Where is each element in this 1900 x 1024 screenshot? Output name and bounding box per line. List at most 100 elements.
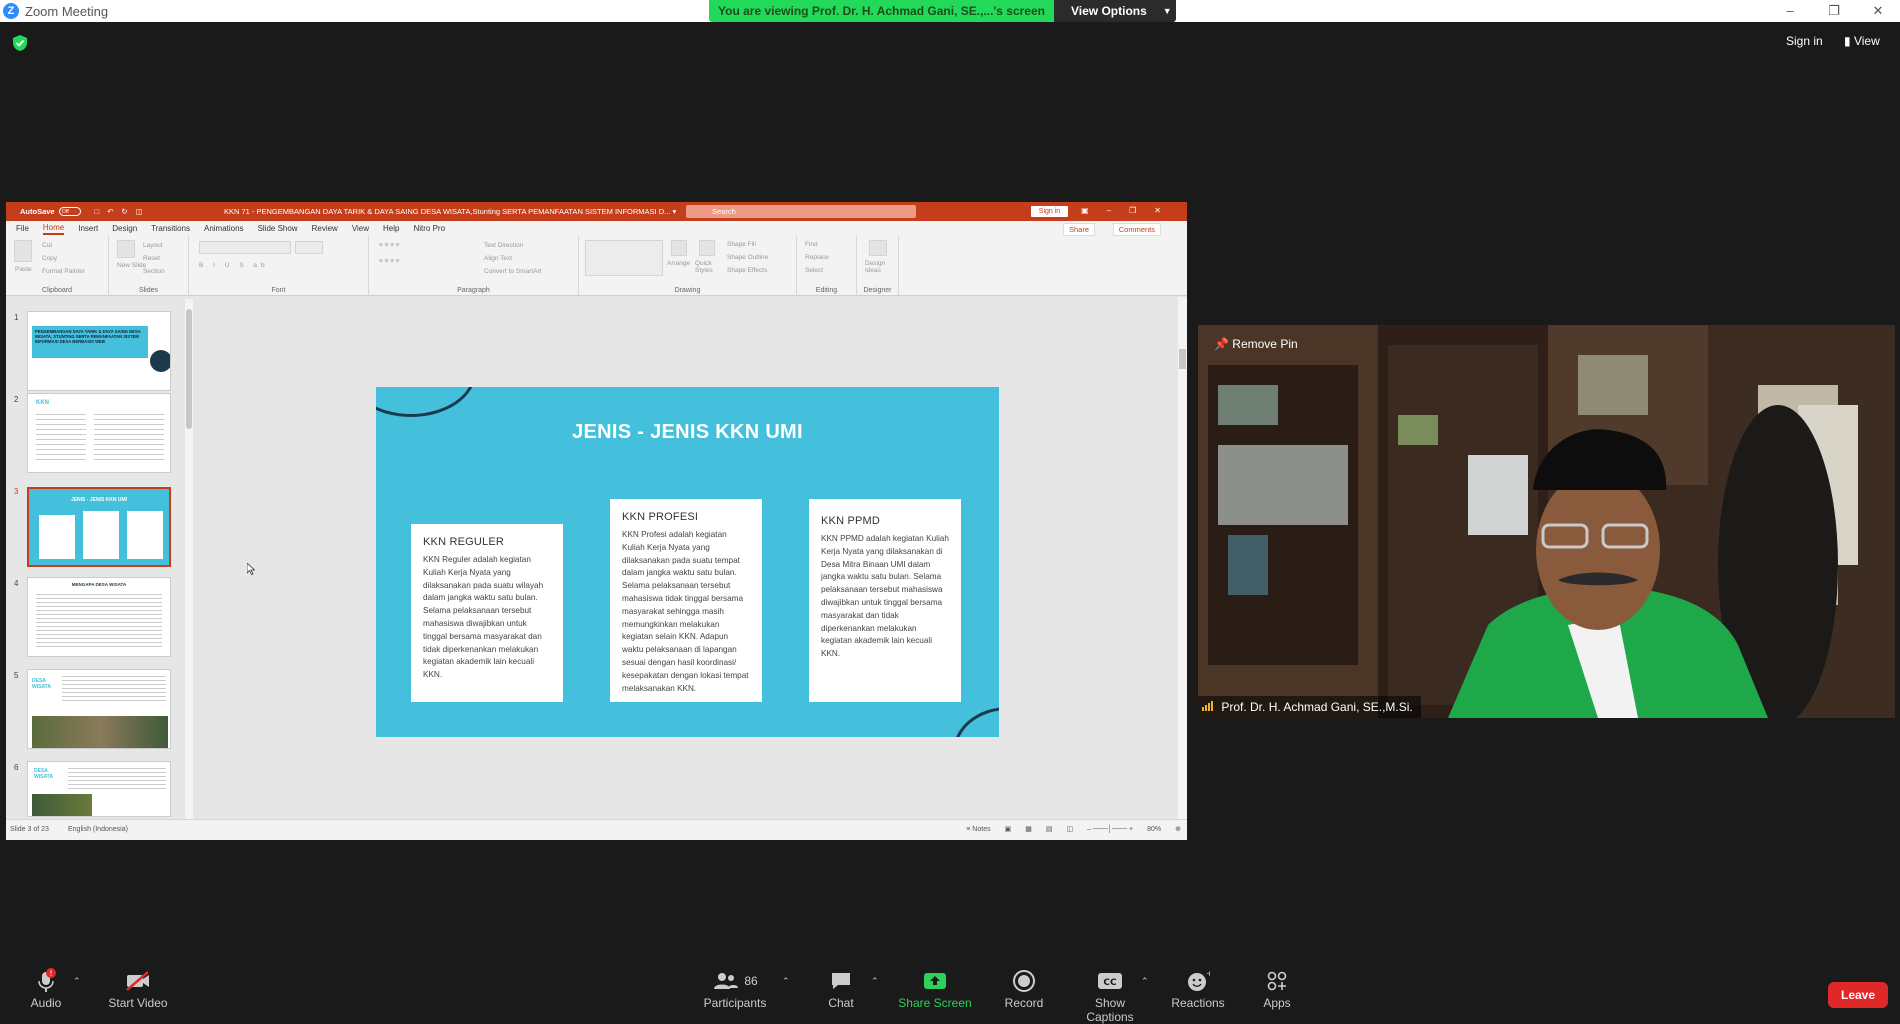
align-text-button[interactable]: Align Text bbox=[484, 255, 512, 262]
view-button[interactable]: ▮ View bbox=[1844, 34, 1880, 48]
reactions-button[interactable]: + Reactions bbox=[1170, 968, 1226, 1010]
text-direction-button[interactable]: Text Direction bbox=[484, 242, 523, 249]
ppt-share-button[interactable]: Share bbox=[1062, 223, 1095, 236]
language-indicator[interactable]: English (Indonesia) bbox=[68, 826, 128, 833]
menu-file[interactable]: File bbox=[16, 224, 29, 233]
replace-button[interactable]: Replace bbox=[805, 254, 829, 261]
shield-check-icon[interactable] bbox=[12, 34, 28, 52]
thumbnail-scrollbar[interactable] bbox=[185, 299, 193, 819]
thumbnail-scroll-knob[interactable] bbox=[186, 309, 192, 429]
show-captions-button[interactable]: CC Show Captions bbox=[1070, 968, 1150, 1024]
thumb-number: 1 bbox=[14, 313, 19, 322]
menu-insert[interactable]: Insert bbox=[78, 224, 98, 233]
record-button[interactable]: Record bbox=[1003, 968, 1045, 1010]
slide-thumbnail-2[interactable]: KKN bbox=[27, 393, 171, 473]
undo-icon[interactable]: ↶ bbox=[107, 207, 113, 216]
thumb-number: 4 bbox=[14, 579, 19, 588]
chat-button[interactable]: Chat bbox=[818, 968, 864, 1010]
slideshow-view-icon[interactable]: ◫ bbox=[1066, 825, 1073, 833]
thumb-5-title: DESA WISATA bbox=[32, 678, 51, 690]
menu-animations[interactable]: Animations bbox=[204, 224, 244, 233]
reset-button[interactable]: Reset bbox=[143, 255, 160, 262]
zoom-slider[interactable]: – ───│─── + bbox=[1087, 826, 1133, 833]
reactions-label: Reactions bbox=[1171, 996, 1225, 1010]
minimize-icon[interactable]: – bbox=[1768, 0, 1812, 22]
ppt-titlebar: AutoSave Off □ ↶ ↻ ◫ KKN 71 - PENGEMBANG… bbox=[6, 202, 1187, 221]
menu-transitions[interactable]: Transitions bbox=[151, 224, 190, 233]
view-options-button[interactable]: View Options ▼ bbox=[1054, 0, 1176, 22]
redo-icon[interactable]: ↻ bbox=[121, 207, 127, 216]
apps-button[interactable]: Apps bbox=[1260, 968, 1294, 1010]
zoom-level[interactable]: 80% bbox=[1147, 826, 1161, 833]
slide-thumbnail-1[interactable]: PENGEMBANGAN DAYA TARIK & DAYA SAING DES… bbox=[27, 311, 171, 391]
slide-scrollbar[interactable] bbox=[1178, 297, 1187, 819]
section-button[interactable]: Section bbox=[143, 268, 165, 275]
captions-caret-icon[interactable]: ⌃ bbox=[1141, 976, 1149, 987]
slide-thumbnail-4[interactable]: MENGAPA DESA WISATA bbox=[27, 577, 171, 657]
audio-options-caret-icon[interactable]: ⌃ bbox=[73, 976, 81, 987]
quick-styles-icon[interactable] bbox=[699, 240, 715, 256]
shape-fill-button[interactable]: Shape Fill bbox=[727, 241, 756, 248]
find-button[interactable]: Find bbox=[805, 241, 818, 248]
notes-button[interactable]: ≡ Notes bbox=[966, 826, 990, 833]
fit-slide-icon[interactable]: ⊕ bbox=[1175, 825, 1181, 833]
close-icon[interactable]: ✕ bbox=[1856, 0, 1900, 22]
menu-review[interactable]: Review bbox=[312, 224, 338, 233]
bullets-icon[interactable]: ≡ ≡ ≡ ≡ bbox=[379, 242, 400, 249]
menu-nitro-pro[interactable]: Nitro Pro bbox=[413, 224, 445, 233]
ppt-sign-in-button[interactable]: Sign in bbox=[1031, 206, 1068, 217]
card-body: KKN PPMD adalah kegiatan Kuliah Kerja Ny… bbox=[821, 534, 949, 659]
arrange-icon[interactable] bbox=[671, 240, 687, 256]
align-icon[interactable]: ≡ ≡ ≡ ≡ bbox=[379, 258, 400, 265]
slide-thumbnail-3[interactable]: JENIS - JENIS KKN UMI bbox=[27, 487, 171, 567]
font-family-select[interactable] bbox=[199, 241, 291, 254]
leave-button[interactable]: Leave bbox=[1828, 982, 1888, 1008]
menu-home[interactable]: Home bbox=[42, 223, 65, 235]
design-ideas-icon[interactable] bbox=[869, 240, 887, 256]
font-size-select[interactable] bbox=[295, 241, 323, 254]
reading-view-icon[interactable]: ▤ bbox=[1046, 825, 1053, 833]
menu-slide-show[interactable]: Slide Show bbox=[258, 224, 298, 233]
card-kkn-reguler: KKN REGULER KKN Reguler adalah kegiatan … bbox=[411, 524, 563, 702]
slide-thumbnail-6[interactable]: DESA WISATA bbox=[27, 761, 171, 817]
present-icon[interactable]: ◫ bbox=[136, 207, 143, 216]
shape-effects-button[interactable]: Shape Effects bbox=[727, 267, 767, 274]
select-button[interactable]: Select bbox=[805, 267, 823, 274]
shapes-gallery[interactable] bbox=[585, 240, 663, 276]
save-icon[interactable]: □ bbox=[95, 207, 100, 216]
ppt-window-controls[interactable]: ▣–❐✕ bbox=[1081, 206, 1179, 215]
slide-scroll-knob[interactable] bbox=[1179, 349, 1186, 369]
autosave-toggle[interactable]: Off bbox=[58, 207, 81, 216]
current-slide[interactable]: JENIS - JENIS KKN UMI KKN REGULER KKN Re… bbox=[376, 387, 999, 737]
paste-icon[interactable] bbox=[14, 240, 32, 262]
shape-outline-button[interactable]: Shape Outline bbox=[727, 254, 768, 261]
menu-view[interactable]: View bbox=[352, 224, 369, 233]
start-video-button[interactable]: Start Video bbox=[104, 968, 172, 1010]
new-slide-icon[interactable] bbox=[117, 240, 135, 258]
restore-icon[interactable]: ❐ bbox=[1812, 0, 1856, 22]
menu-help[interactable]: Help bbox=[383, 224, 399, 233]
normal-view-icon[interactable]: ▣ bbox=[1005, 825, 1012, 833]
font-format-buttons[interactable]: B I U S ab bbox=[199, 262, 269, 269]
participants-caret-icon[interactable]: ⌃ bbox=[782, 976, 790, 987]
cut-button[interactable]: Cut bbox=[42, 242, 52, 249]
remove-pin-button[interactable]: 📌 Remove Pin bbox=[1214, 337, 1298, 351]
window-controls: – ❐ ✕ bbox=[1768, 0, 1900, 22]
menu-design[interactable]: Design bbox=[112, 224, 137, 233]
format-painter-button[interactable]: Format Painter bbox=[42, 268, 85, 275]
audio-button[interactable]: ! Audio bbox=[22, 968, 70, 1010]
layout-button[interactable]: Layout bbox=[143, 242, 163, 249]
slide-thumbnail-5[interactable]: DESA WISATA bbox=[27, 669, 171, 749]
copy-button[interactable]: Copy bbox=[42, 255, 57, 262]
convert-smartart-button[interactable]: Convert to SmartArt bbox=[484, 268, 541, 275]
sign-in-link[interactable]: Sign in bbox=[1786, 34, 1823, 48]
ppt-search-box[interactable]: Search bbox=[686, 205, 916, 218]
chat-caret-icon[interactable]: ⌃ bbox=[871, 976, 879, 987]
ppt-comments-button[interactable]: Comments bbox=[1112, 223, 1161, 236]
participants-icon bbox=[714, 973, 739, 989]
share-screen-button[interactable]: Share Screen bbox=[898, 968, 972, 1010]
participants-button[interactable]: 86 Participants bbox=[700, 968, 770, 1010]
sorter-view-icon[interactable]: ▦ bbox=[1025, 825, 1032, 833]
window-title: Zoom Meeting bbox=[25, 3, 109, 19]
pinned-video-tile[interactable]: 📌 Remove Pin Prof. Dr. H. Achmad Gani, S… bbox=[1198, 325, 1895, 718]
